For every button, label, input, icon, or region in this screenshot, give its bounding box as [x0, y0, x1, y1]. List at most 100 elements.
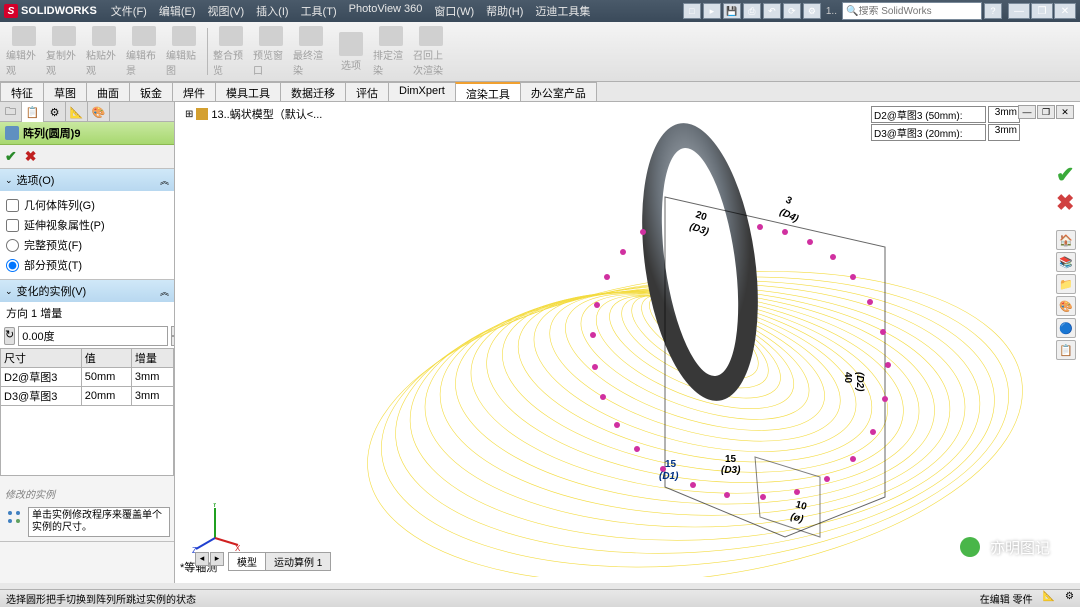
geometry-pattern-checkbox[interactable] [6, 199, 19, 212]
tab-weldments[interactable]: 焊件 [172, 82, 216, 101]
chevron-up-icon: ︽ [160, 174, 169, 187]
search-input[interactable] [858, 6, 978, 17]
callout-d2-name[interactable]: D2@草图3 (50mm): [871, 106, 986, 123]
tab-mold-tools[interactable]: 模具工具 [215, 82, 281, 101]
tab-model[interactable]: 模型 [228, 552, 266, 571]
ribbon-integrated-preview[interactable]: 整合预览 [211, 24, 251, 79]
search-box[interactable]: 🔍 [842, 2, 982, 20]
ribbon-edit-appearance[interactable]: 编辑外观 [4, 24, 44, 79]
col-increment: 增量 [131, 349, 173, 368]
property-tab[interactable]: 📋 [22, 102, 44, 122]
library-icon[interactable]: 📚 [1056, 252, 1076, 272]
tab-motion-study[interactable]: 运动算例 1 [265, 552, 331, 571]
ribbon-paste-appearance[interactable]: 粘贴外观 [84, 24, 124, 79]
tab-sketch[interactable]: 草图 [43, 82, 87, 101]
manager-tabs: 🗀 📋 ⚙ 📐 🎨 [0, 102, 174, 122]
help-icon[interactable]: ? [984, 3, 1002, 19]
scene-icon [132, 26, 156, 46]
config-tab[interactable]: ⚙ [44, 102, 66, 122]
full-preview-radio[interactable] [6, 239, 19, 252]
instance-icon [4, 507, 24, 527]
ok-button[interactable]: ✔ [5, 148, 17, 165]
collapse-icon: ⌄ [5, 175, 13, 186]
display-tab[interactable]: 🎨 [88, 102, 110, 122]
tab-render-tools[interactable]: 渲染工具 [455, 82, 521, 101]
angle-input[interactable] [18, 326, 168, 346]
doc-minimize[interactable]: — [1018, 105, 1036, 119]
ribbon-schedule-render[interactable]: 排定渲染 [371, 24, 411, 79]
appearances-icon[interactable]: 🔵 [1056, 318, 1076, 338]
minimize-button[interactable]: — [1008, 3, 1030, 19]
partial-preview-radio[interactable] [6, 259, 19, 272]
feature-tree-tab[interactable]: 🗀 [0, 102, 22, 122]
extend-visual-checkbox[interactable] [6, 219, 19, 232]
menu-maidi[interactable]: 迈迪工具集 [529, 1, 596, 21]
ribbon-options[interactable]: 选项 [331, 24, 371, 79]
dimension-table: 尺寸 值 增量 D2@草图3 50mm 3mm D3@草图3 20mm 3mm [0, 348, 174, 406]
menu-window[interactable]: 窗口(W) [428, 1, 480, 21]
appearance-icon [12, 26, 36, 46]
ribbon: 编辑外观 复制外观 粘贴外观 编辑布景 编辑贴图 整合预览 预览窗口 最终渲染 … [0, 22, 1080, 82]
chevron-up-icon: ︽ [160, 285, 169, 298]
status-custom-icon[interactable]: ⚙ [1065, 591, 1074, 606]
table-row[interactable]: D3@草图3 20mm 3mm [1, 387, 174, 406]
flyout-tree[interactable]: ⊞ 13..蜗状模型（默认<... [185, 106, 322, 122]
angle-icon[interactable]: ↻ [4, 327, 15, 345]
tab-data-migration[interactable]: 数据迁移 [280, 82, 346, 101]
save-icon[interactable]: 💾 [723, 3, 741, 19]
tab-scroll-right[interactable]: ▸ [210, 552, 224, 566]
menu-insert[interactable]: 插入(I) [250, 1, 294, 21]
graphics-viewport[interactable]: ⊞ 13..蜗状模型（默认<... D2@草图3 (50mm): 3mm D3@… [175, 102, 1080, 583]
close-button[interactable]: ✕ [1054, 3, 1076, 19]
new-icon[interactable]: □ [683, 3, 701, 19]
main-menu: 文件(F) 编辑(E) 视图(V) 插入(I) 工具(T) PhotoView … [105, 1, 597, 21]
open-icon[interactable]: ▸ [703, 3, 721, 19]
render-icon [299, 26, 323, 46]
vary-header[interactable]: ⌄ 变化的实例(V) ︽ [0, 280, 174, 302]
callout-d3-name[interactable]: D3@草图3 (20mm): [871, 124, 986, 141]
status-mode: 在编辑 零件 [980, 591, 1033, 606]
ribbon-copy-appearance[interactable]: 复制外观 [44, 24, 84, 79]
tab-scroll-left[interactable]: ◂ [195, 552, 209, 566]
doc-close[interactable]: ✕ [1056, 105, 1074, 119]
menu-photoview[interactable]: PhotoView 360 [343, 1, 429, 21]
tab-features[interactable]: 特征 [0, 82, 44, 101]
menu-tools[interactable]: 工具(T) [295, 1, 343, 21]
menu-edit[interactable]: 编辑(E) [153, 1, 202, 21]
menu-view[interactable]: 视图(V) [202, 1, 251, 21]
tab-sheetmetal[interactable]: 钣金 [129, 82, 173, 101]
tab-surface[interactable]: 曲面 [86, 82, 130, 101]
confirm-ok-icon[interactable]: ✔ [1056, 162, 1078, 188]
callout-d2-value[interactable]: 3mm [988, 106, 1020, 123]
tab-office[interactable]: 办公室产品 [520, 82, 597, 101]
tab-dimxpert[interactable]: DimXpert [388, 82, 456, 101]
options-header[interactable]: ⌄ 选项(O) ︽ [0, 169, 174, 191]
menu-file[interactable]: 文件(F) [105, 1, 153, 21]
explorer-icon[interactable]: 📁 [1056, 274, 1076, 294]
rebuild-icon[interactable]: ⟳ [783, 3, 801, 19]
doc-restore[interactable]: ❐ [1037, 105, 1055, 119]
callout-d3-value[interactable]: 3mm [988, 124, 1020, 141]
resources-icon[interactable]: 🏠 [1056, 230, 1076, 250]
dimxpert-tab[interactable]: 📐 [66, 102, 88, 122]
options-icon[interactable]: ⚙ [803, 3, 821, 19]
ribbon-final-render[interactable]: 最终渲染 [291, 24, 331, 79]
ribbon-edit-scene[interactable]: 编辑布景 [124, 24, 164, 79]
custom-props-icon[interactable]: 📋 [1056, 340, 1076, 360]
expand-icon[interactable]: ⊞ [185, 109, 193, 120]
menu-help[interactable]: 帮助(H) [480, 1, 529, 21]
undo-icon[interactable]: ↶ [763, 3, 781, 19]
view-palette-icon[interactable]: 🎨 [1056, 296, 1076, 316]
restore-button[interactable]: ❐ [1031, 3, 1053, 19]
motion-tabs: ◂ ▸ 模型 运动算例 1 [195, 552, 330, 571]
tab-evaluate[interactable]: 评估 [345, 82, 389, 101]
ribbon-edit-decal[interactable]: 编辑贴图 [164, 24, 204, 79]
table-row[interactable]: D2@草图3 50mm 3mm [1, 368, 174, 387]
ribbon-recall-render[interactable]: 召回上次渲染 [411, 24, 451, 79]
cancel-button[interactable]: ✖ [25, 148, 37, 165]
print-icon[interactable]: ⎙ [743, 3, 761, 19]
ribbon-preview-window[interactable]: 预览窗口 [251, 24, 291, 79]
orientation-triad[interactable]: Y X Z [190, 503, 240, 553]
status-units-icon[interactable]: 📐 [1043, 591, 1055, 606]
confirm-cancel-icon[interactable]: ✖ [1056, 190, 1078, 216]
